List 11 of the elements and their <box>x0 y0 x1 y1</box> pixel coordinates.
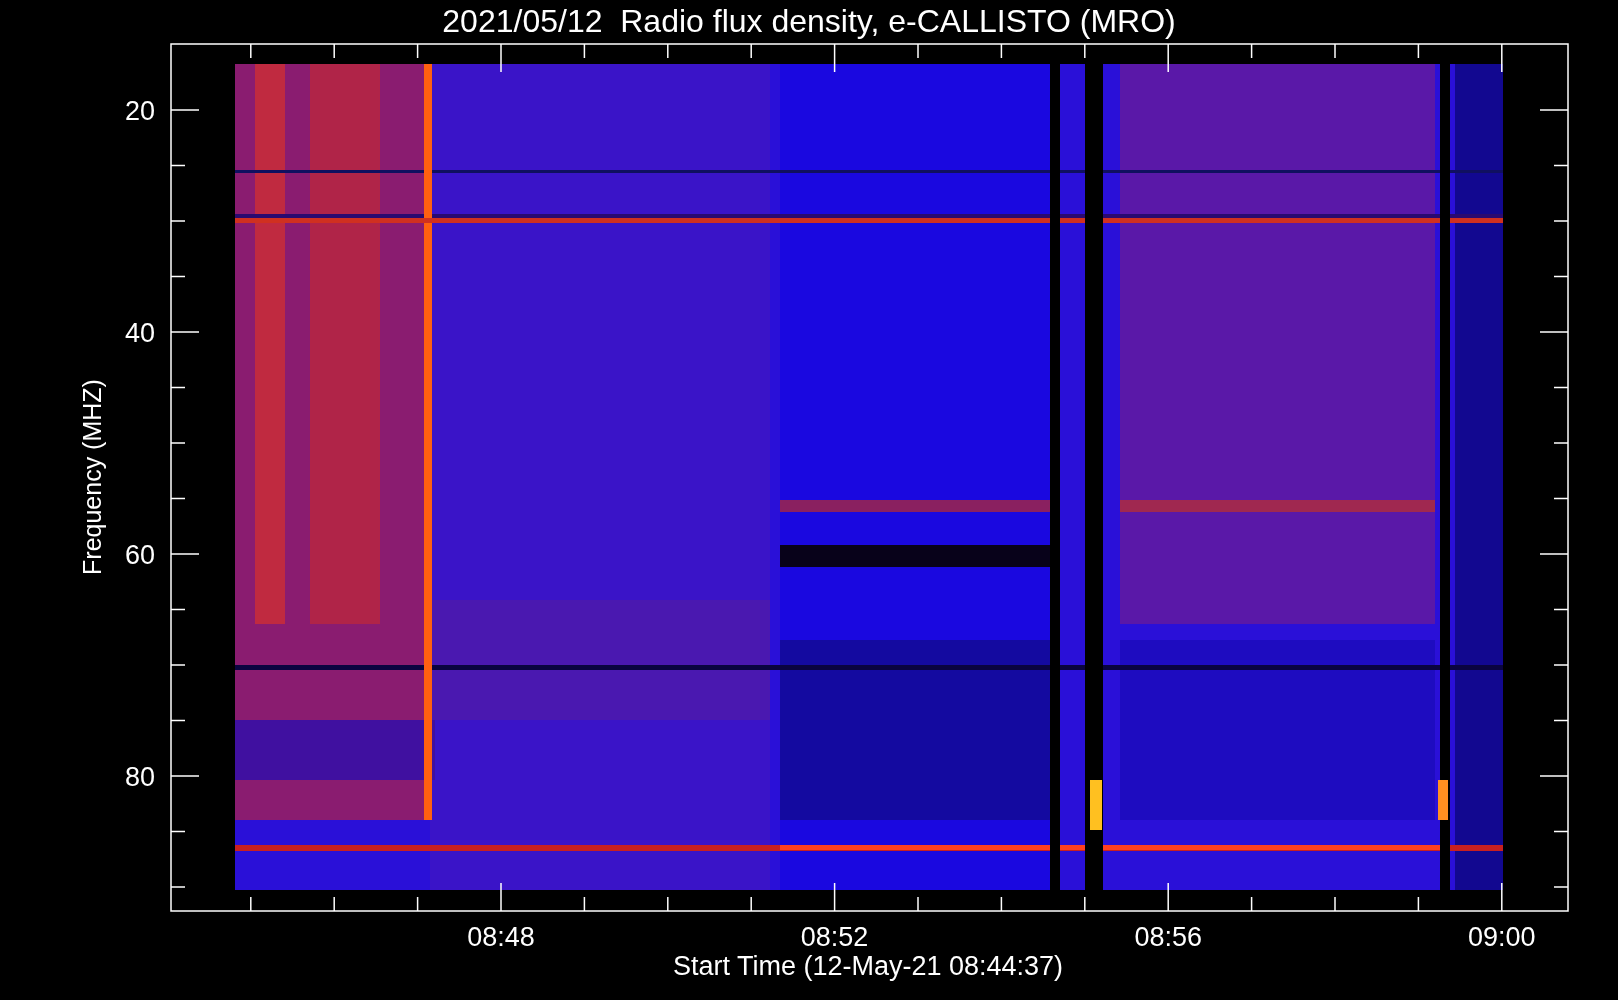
x-tick-label: 08:48 <box>467 922 535 952</box>
chart-title: 2021/05/12 Radio flux density, e-CALLISTO (MRO) <box>442 3 1176 39</box>
x-tick-label: 08:52 <box>800 922 869 952</box>
y-tick-label: 80 <box>124 762 155 792</box>
y-axis-label: Frequency (MHZ) <box>78 379 106 575</box>
y-tick-label: 60 <box>124 540 155 570</box>
x-tick-label: 08:56 <box>1134 922 1202 952</box>
x-axis-label: Start Time (12-May-21 08:44:37) <box>672 951 1064 981</box>
y-tick-label: 40 <box>124 318 155 348</box>
y-tick-label: 20 <box>124 96 155 126</box>
x-tick-label: 09:00 <box>1468 922 1536 952</box>
